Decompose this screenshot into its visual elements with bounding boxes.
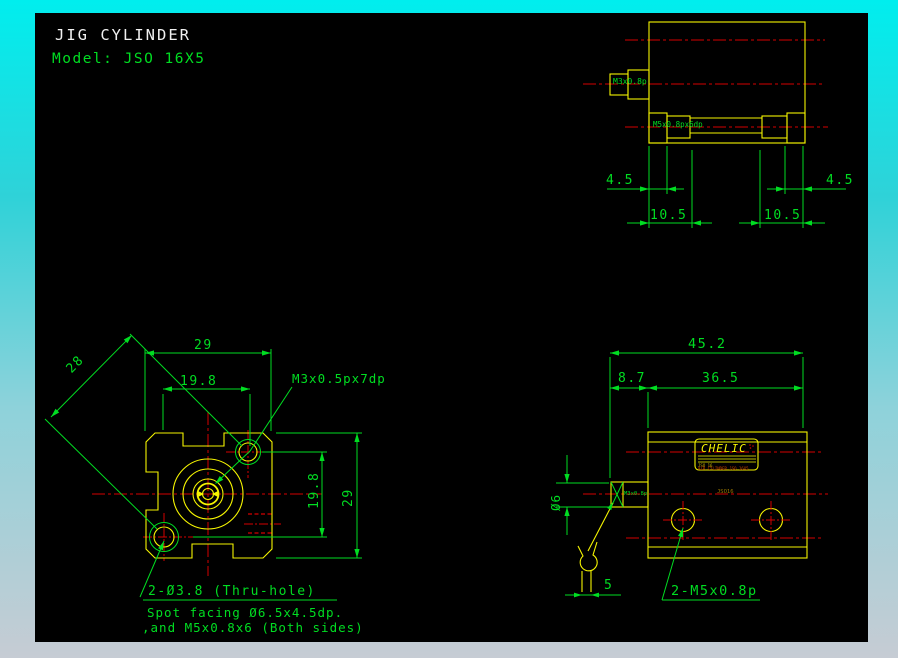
drawing-title: JIG CYLINDER bbox=[55, 26, 191, 44]
ports-note: 2-M5x0.8p bbox=[671, 583, 758, 599]
drawing-model: Model: JSO 16X5 bbox=[52, 51, 205, 67]
rod-stub bbox=[581, 571, 592, 592]
port-thread-label: M3x0.8p bbox=[624, 491, 647, 497]
dim-pitch-top: 19.8 bbox=[180, 374, 217, 389]
dim-left-pitch: 10.5 bbox=[650, 208, 687, 223]
model-stamp: JSO16 bbox=[717, 489, 734, 495]
nameplate-line2: AIR CYLINDER JSO 16X5 bbox=[698, 466, 749, 471]
front-view: 29 19.8 28 19.8 29 M3x0.5px7dp 2-Ø3.8 (T… bbox=[44, 333, 386, 635]
dim-head-width: 8.7 bbox=[618, 371, 646, 386]
rod-thread-label: M3x0.5px7dp bbox=[292, 371, 386, 386]
thread-note: ,and M5x0.8x6 (Both sides) bbox=[142, 620, 364, 635]
dim-line bbox=[556, 455, 609, 535]
nameplate-rules bbox=[698, 455, 756, 463]
dim-height-right: 29 bbox=[341, 488, 356, 507]
port-thread-label: M3x0.8p bbox=[613, 77, 647, 86]
dim-pitch-right: 19.8 bbox=[307, 472, 322, 509]
dim-wrench-flat: 5 bbox=[604, 578, 613, 593]
side-view: M3x0.8p CHELIC JSO 16 AIR CYLINDER JSO 1… bbox=[548, 336, 828, 601]
thru-hole-note: 2-Ø3.8 (Thru-hole) bbox=[148, 584, 316, 599]
dim-total-width: 45.2 bbox=[688, 336, 727, 352]
dim-rod-dia: Ø6 bbox=[548, 494, 563, 511]
dim-width-top: 29 bbox=[194, 338, 213, 353]
dim-line bbox=[162, 388, 251, 446]
dim-left-offset: 4.5 bbox=[606, 173, 634, 188]
cad-drawing: JIG CYLINDER Model: JSO 16X5 M3x0.8p M5x… bbox=[44, 21, 854, 635]
wrench-leader bbox=[587, 502, 614, 552]
dim-diagonal: 28 bbox=[64, 353, 88, 377]
leader-line bbox=[215, 386, 293, 484]
slot-thread-label: M5x0.8px6dp bbox=[653, 120, 703, 129]
wrench-symbol bbox=[577, 541, 598, 572]
dim-right-offset: 4.5 bbox=[826, 173, 854, 188]
dim-right-pitch: 10.5 bbox=[764, 208, 801, 223]
top-view: M3x0.8p M5x0.8px6dp 4.5 4.5 10.5 10.5 bbox=[583, 21, 854, 228]
dim-body-width: 36.5 bbox=[702, 371, 739, 386]
spot-facing-note: Spot facing Ø6.5x4.5dp. bbox=[147, 605, 343, 620]
brand-logo: CHELIC bbox=[701, 442, 747, 455]
foot-right bbox=[786, 112, 806, 144]
